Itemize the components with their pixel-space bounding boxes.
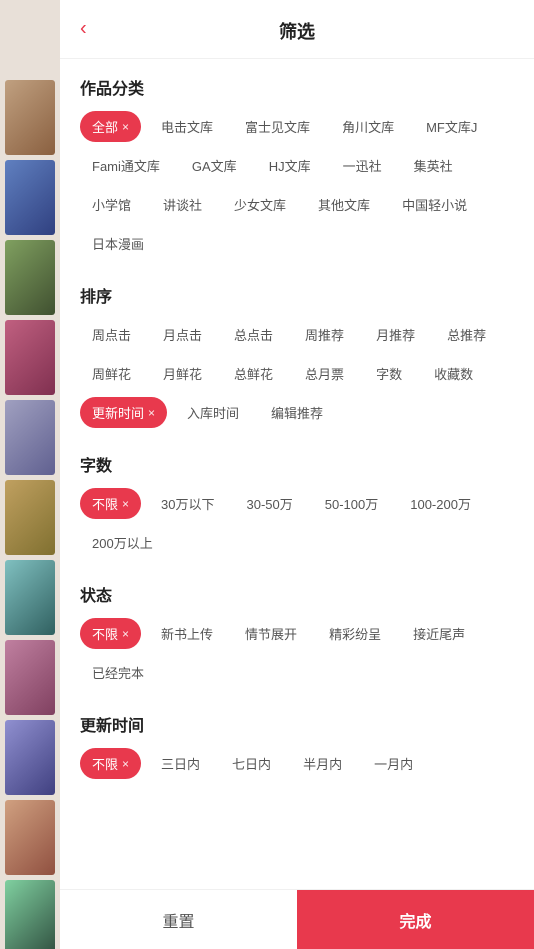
tag-category-13[interactable]: 其他文库 — [306, 189, 382, 220]
section-update_time: 更新时间不限 × 三日内七日内半月内一月内 — [80, 712, 514, 779]
tag-category-1[interactable]: 电击文库 — [149, 111, 225, 142]
tag-sort-1[interactable]: 月点击 — [151, 319, 214, 350]
background-panel — [0, 0, 65, 949]
tag-category-8[interactable]: 一迅社 — [331, 150, 394, 181]
tag-category-7[interactable]: HJ文库 — [257, 150, 323, 181]
modal-title: 筛选 — [279, 18, 315, 44]
tag-close-icon: × — [122, 120, 129, 134]
tag-status-4[interactable]: 接近尾声 — [401, 618, 477, 649]
tag-status-1[interactable]: 新书上传 — [149, 618, 225, 649]
cover-6 — [5, 480, 55, 555]
tag-wordcount-2[interactable]: 30-50万 — [235, 488, 305, 519]
section-category: 作品分类全部 × 电击文库富士见文库角川文库 MF文库J Fami通文库 GA文库 HJ文… — [80, 75, 514, 259]
tag-category-10[interactable]: 小学馆 — [80, 189, 143, 220]
tag-category-12[interactable]: 少女文库 — [222, 189, 298, 220]
tag-sort-4[interactable]: 月推荐 — [364, 319, 427, 350]
tag-sort-0[interactable]: 周点击 — [80, 319, 143, 350]
tag-update_time-1[interactable]: 三日内 — [149, 748, 212, 779]
tag-sort-3[interactable]: 周推荐 — [293, 319, 356, 350]
section-sort: 排序周点击月点击总点击周推荐月推荐总推荐周鲜花月鲜花总鲜花总月票字数收藏数更新时… — [80, 283, 514, 428]
tag-category-0[interactable]: 全部 × — [80, 111, 141, 142]
cover-10 — [5, 800, 55, 875]
tag-group-sort: 周点击月点击总点击周推荐月推荐总推荐周鲜花月鲜花总鲜花总月票字数收藏数更新时间 … — [80, 319, 514, 428]
section-wordcount: 字数不限 × 30万以下 30-50万 50-100万 100-200万 200万以上 — [80, 452, 514, 558]
cover-9 — [5, 720, 55, 795]
tag-sort-14[interactable]: 编辑推荐 — [259, 397, 335, 428]
tag-group-category: 全部 × 电击文库富士见文库角川文库 MF文库J Fami通文库 GA文库 HJ文库一迅社… — [80, 111, 514, 259]
tag-update_time-4[interactable]: 一月内 — [362, 748, 425, 779]
tag-sort-5[interactable]: 总推荐 — [435, 319, 498, 350]
tag-sort-2[interactable]: 总点击 — [222, 319, 285, 350]
reset-button[interactable]: 重置 — [60, 890, 297, 949]
tag-wordcount-3[interactable]: 50-100万 — [313, 488, 390, 519]
tag-close-icon: × — [148, 406, 155, 420]
tag-wordcount-0[interactable]: 不限 × — [80, 488, 141, 519]
tag-close-icon: × — [122, 497, 129, 511]
tag-update_time-2[interactable]: 七日内 — [220, 748, 283, 779]
tag-group-update_time: 不限 × 三日内七日内半月内一月内 — [80, 748, 514, 779]
tag-update_time-0[interactable]: 不限 × — [80, 748, 141, 779]
tag-category-2[interactable]: 富士见文库 — [233, 111, 322, 142]
cover-4 — [5, 320, 55, 395]
tag-update_time-3[interactable]: 半月内 — [291, 748, 354, 779]
tag-status-2[interactable]: 情节展开 — [233, 618, 309, 649]
cover-7 — [5, 560, 55, 635]
tag-status-5[interactable]: 已经完本 — [80, 657, 156, 688]
tag-sort-10[interactable]: 字数 — [364, 358, 414, 389]
tag-category-5[interactable]: Fami通文库 — [80, 150, 172, 181]
cover-2 — [5, 160, 55, 235]
tag-category-6[interactable]: GA文库 — [180, 150, 249, 181]
section-title-status: 状态 — [80, 582, 514, 606]
tag-wordcount-4[interactable]: 100-200万 — [398, 488, 483, 519]
footer-actions: 重置 完成 — [60, 889, 534, 949]
cover-5 — [5, 400, 55, 475]
tag-close-icon: × — [122, 627, 129, 641]
tag-sort-7[interactable]: 月鲜花 — [151, 358, 214, 389]
tag-sort-8[interactable]: 总鲜花 — [222, 358, 285, 389]
tag-sort-12[interactable]: 更新时间 × — [80, 397, 167, 428]
tag-sort-9[interactable]: 总月票 — [293, 358, 356, 389]
tag-sort-11[interactable]: 收藏数 — [422, 358, 485, 389]
tag-category-14[interactable]: 中国轻小说 — [390, 189, 479, 220]
section-title-wordcount: 字数 — [80, 452, 514, 476]
cover-3 — [5, 240, 55, 315]
tag-group-status: 不限 × 新书上传情节展开精彩纷呈接近尾声已经完本 — [80, 618, 514, 688]
modal-header: ‹ 筛选 — [60, 0, 534, 59]
tag-category-15[interactable]: 日本漫画 — [80, 228, 156, 259]
cover-1 — [5, 80, 55, 155]
tag-category-4[interactable]: MF文库J — [414, 111, 489, 142]
tag-category-3[interactable]: 角川文库 — [330, 111, 406, 142]
tag-group-wordcount: 不限 × 30万以下 30-50万 50-100万 100-200万 200万以上 — [80, 488, 514, 558]
cover-11 — [5, 880, 55, 949]
back-button[interactable]: ‹ — [76, 14, 91, 45]
tag-wordcount-1[interactable]: 30万以下 — [149, 488, 226, 519]
tag-wordcount-5[interactable]: 200万以上 — [80, 527, 165, 558]
filter-content: 作品分类全部 × 电击文库富士见文库角川文库 MF文库J Fami通文库 GA文库 HJ文… — [60, 59, 534, 889]
section-title-category: 作品分类 — [80, 75, 514, 99]
tag-category-9[interactable]: 集英社 — [402, 150, 465, 181]
section-title-sort: 排序 — [80, 283, 514, 307]
tag-category-11[interactable]: 讲谈社 — [151, 189, 214, 220]
tag-sort-13[interactable]: 入库时间 — [175, 397, 251, 428]
section-title-update_time: 更新时间 — [80, 712, 514, 736]
book-covers-bg — [0, 0, 60, 949]
confirm-button[interactable]: 完成 — [297, 890, 534, 949]
cover-8 — [5, 640, 55, 715]
tag-close-icon: × — [122, 757, 129, 771]
tag-sort-6[interactable]: 周鲜花 — [80, 358, 143, 389]
section-status: 状态不限 × 新书上传情节展开精彩纷呈接近尾声已经完本 — [80, 582, 514, 688]
tag-status-0[interactable]: 不限 × — [80, 618, 141, 649]
tag-status-3[interactable]: 精彩纷呈 — [317, 618, 393, 649]
filter-modal: ‹ 筛选 作品分类全部 × 电击文库富士见文库角川文库 MF文库J Fami通文库 GA… — [60, 0, 534, 949]
